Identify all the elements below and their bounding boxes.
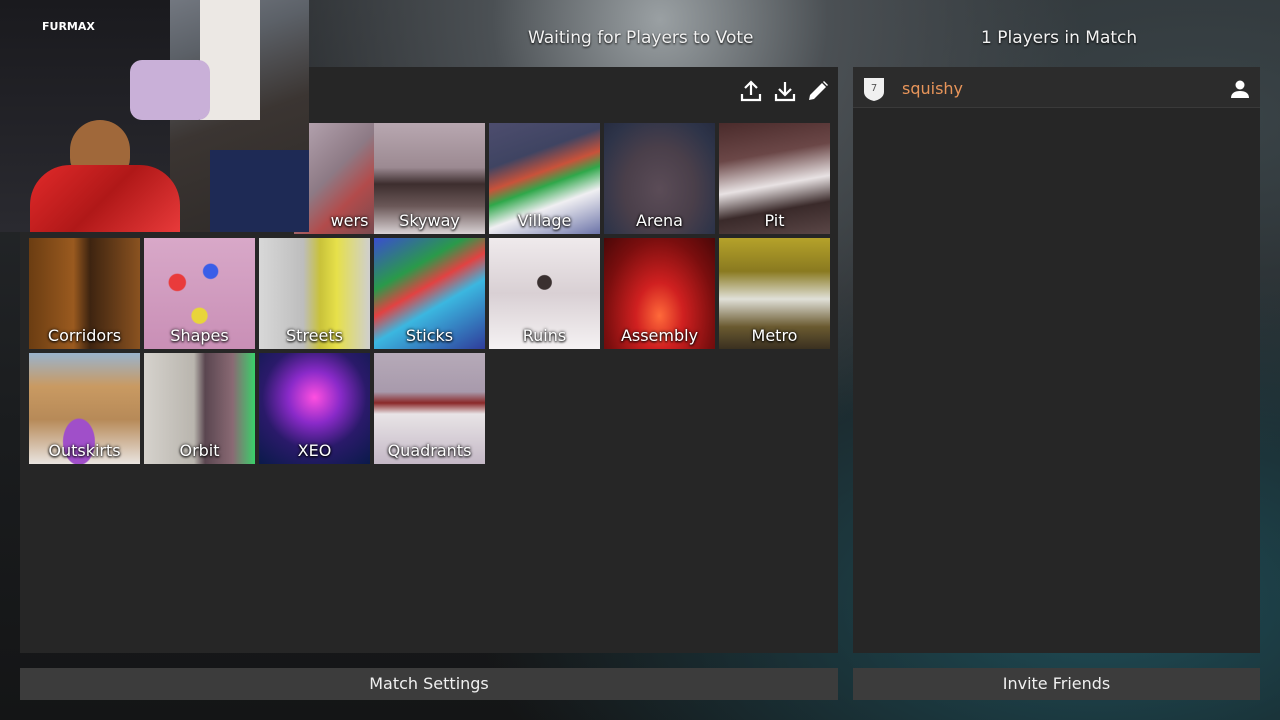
download-icon[interactable]	[773, 79, 797, 103]
map-tile-quadrants[interactable]: Quadrants	[374, 353, 485, 464]
map-tile-sticks[interactable]: Sticks	[374, 238, 485, 349]
map-tile-shapes[interactable]: Shapes	[144, 238, 255, 349]
map-tile-label: Metro	[751, 326, 798, 345]
map-tile-assembly[interactable]: Assembly	[604, 238, 715, 349]
players-panel: 7 squishy	[853, 67, 1260, 653]
edit-icon[interactable]	[806, 79, 830, 103]
map-tile-xeo[interactable]: XEO	[259, 353, 370, 464]
rank-number: 7	[871, 83, 877, 94]
map-tile-label: Village	[517, 211, 572, 230]
map-tile-outskirts[interactable]: Outskirts	[29, 353, 140, 464]
player-count-text: 1 Players in Match	[981, 28, 1138, 48]
map-tile-label: Sticks	[405, 326, 454, 345]
person-icon[interactable]	[1230, 79, 1250, 99]
map-tile-label: Skyway	[399, 211, 460, 230]
upload-icon[interactable]	[739, 79, 763, 103]
map-tile-label: Outskirts	[48, 441, 121, 460]
map-tile-metro[interactable]: Metro	[719, 238, 830, 349]
map-tile-streets[interactable]: Streets	[259, 238, 370, 349]
map-tile-village[interactable]: Village	[489, 123, 600, 234]
vote-status-text: Waiting for Players to Vote	[528, 28, 754, 48]
map-tile-corridors[interactable]: Corridors	[29, 238, 140, 349]
match-settings-button[interactable]: Match Settings	[20, 668, 838, 700]
map-tile-skyway[interactable]: Skyway	[374, 123, 485, 234]
map-tile-label: XEO	[297, 441, 332, 460]
player-name: squishy	[902, 79, 964, 98]
map-tile-label: Shapes	[170, 326, 229, 345]
map-tile-pit[interactable]: Pit	[719, 123, 830, 234]
map-tile-label: Quadrants	[387, 441, 472, 460]
map-tile-label: Streets	[286, 326, 343, 345]
map-tile-label: Arena	[636, 211, 683, 230]
map-tile-label: Pit	[764, 211, 785, 230]
map-tile-ruins[interactable]: Ruins	[489, 238, 600, 349]
chair-brand-logo: FURMAX	[42, 20, 95, 33]
player-row[interactable]: 7 squishy	[853, 67, 1260, 108]
invite-friends-button[interactable]: Invite Friends	[853, 668, 1260, 700]
map-tile-arena[interactable]: Arena	[604, 123, 715, 234]
map-tile-label: Corridors	[47, 326, 122, 345]
map-tile-label: Ruins	[522, 326, 567, 345]
webcam-overlay: FURMAX	[0, 0, 309, 232]
rank-badge-icon: 7	[861, 76, 887, 102]
map-tile-label: Assembly	[620, 326, 699, 345]
map-tile-label: Orbit	[179, 441, 220, 460]
map-tile-orbit[interactable]: Orbit	[144, 353, 255, 464]
